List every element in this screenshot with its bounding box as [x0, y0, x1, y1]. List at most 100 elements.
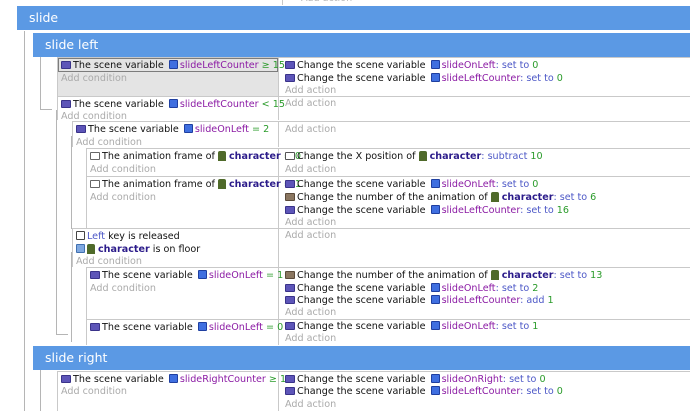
conditions-column[interactable]: The scene variable slideOnLeft = 1 Add c… [87, 268, 283, 319]
group-title: slide [29, 10, 59, 25]
conditions-column[interactable]: The scene variable slideRightCounter ≥ 1… [58, 372, 292, 411]
column-divider [282, 0, 283, 5]
variable-icon [197, 322, 207, 331]
scene-variable-icon [285, 206, 295, 214]
add-condition-link[interactable]: Add condition [90, 191, 156, 204]
event-row[interactable]: Left key is released character is on flo… [72, 228, 690, 267]
scene-variable-icon [285, 284, 295, 292]
condition[interactable]: The animation frame of character = 0 [90, 150, 301, 163]
scene-variable-icon [285, 375, 295, 383]
action[interactable]: Change the X position of character: subt… [285, 150, 543, 163]
add-action-link[interactable]: Add action [285, 97, 336, 110]
group-title: slide left [45, 37, 99, 52]
event-row[interactable]: The animation frame of character = 0 Add… [86, 148, 690, 176]
add-action-link[interactable]: Add action [285, 398, 336, 411]
conditions-column[interactable]: The scene variable slideLeftCounter ≥ 15… [58, 58, 285, 96]
scene-variable-icon [285, 180, 295, 188]
scene-variable-icon [61, 375, 71, 383]
conditions-column[interactable]: The animation frame of character = 0 Add… [87, 149, 301, 176]
scene-variable-icon [90, 271, 100, 279]
variable-icon [430, 295, 440, 304]
condition[interactable]: The scene variable slideLeftCounter ≥ 15 [61, 59, 285, 72]
group-title: slide right [45, 350, 108, 365]
conditions-column[interactable]: Left key is released character is on flo… [73, 229, 279, 267]
event-row[interactable]: The scene variable slideRightCounter ≥ 1… [57, 371, 690, 411]
position-icon [285, 152, 295, 160]
variable-icon [430, 283, 440, 292]
variable-icon [430, 73, 440, 82]
tree-line [71, 136, 72, 229]
add-action-link[interactable]: Add action [285, 306, 336, 319]
add-action-link[interactable]: Add action [301, 0, 352, 4]
variable-icon [168, 374, 178, 383]
event-row[interactable]: The animation frame of character = 1 Add… [86, 176, 690, 228]
animation-icon [285, 193, 295, 201]
action[interactable]: Change the scene variable slideOnLeft: s… [285, 59, 538, 72]
variable-icon [183, 124, 193, 133]
add-condition-link[interactable]: Add condition [90, 163, 156, 176]
scene-variable-icon [285, 296, 295, 304]
variable-icon [168, 99, 178, 108]
character-sprite-icon [217, 151, 226, 161]
scene-variable-icon [61, 100, 71, 108]
scene-variable-icon [285, 61, 295, 69]
animation-frame-icon [90, 152, 100, 160]
add-condition-link[interactable]: Add condition [61, 385, 127, 398]
conditions-column[interactable]: The animation frame of character = 1 Add… [87, 177, 301, 228]
previous-event-stub: Add action [17, 0, 690, 5]
animation-frame-icon [90, 180, 100, 188]
conditions-column[interactable]: The scene variable slideOnLeft = 2 Add c… [73, 122, 279, 148]
action[interactable]: Change the scene variable slideOnLeft: s… [285, 178, 538, 191]
character-sprite-icon [490, 270, 499, 280]
group-header-slide-right[interactable]: slide right [33, 346, 690, 370]
event-row[interactable]: The scene variable slideOnLeft = 0 Chang… [86, 319, 690, 345]
conditions-column[interactable]: The scene variable slideOnLeft = 0 [87, 320, 283, 345]
scene-variable-icon [285, 387, 295, 395]
tree-line [24, 31, 25, 411]
conditions-column[interactable]: The scene variable slideLeftCounter < 15… [58, 97, 285, 122]
scene-variable-icon [285, 322, 295, 330]
condition[interactable]: The animation frame of character = 1 [90, 178, 301, 191]
event-row[interactable]: The scene variable slideOnLeft = 1 Add c… [86, 267, 690, 319]
scene-variable-icon [76, 125, 86, 133]
action[interactable]: Change the scene variable slideLeftCount… [285, 385, 563, 398]
add-action-link[interactable]: Add action [285, 332, 336, 345]
tree-line [56, 334, 68, 335]
variable-icon [168, 60, 178, 69]
variable-icon [430, 205, 440, 214]
scene-variable-icon [90, 323, 100, 331]
action[interactable]: Change the number of the animation of ch… [285, 269, 602, 282]
group-header-slide[interactable]: slide [17, 6, 690, 30]
keyboard-key-icon [76, 231, 85, 240]
variable-icon [430, 60, 440, 69]
condition[interactable]: The scene variable slideOnLeft = 2 [76, 123, 269, 136]
event-row[interactable]: The scene variable slideLeftCounter < 15… [57, 96, 690, 122]
condition[interactable]: The scene variable slideOnLeft = 1 [90, 269, 283, 282]
character-sprite-icon [490, 192, 499, 202]
event-row[interactable]: The scene variable slideLeftCounter ≥ 15… [57, 57, 690, 96]
add-condition-link[interactable]: Add condition [90, 282, 156, 295]
event-row[interactable]: The scene variable slideOnLeft = 2 Add c… [72, 121, 690, 148]
add-action-link[interactable]: Add action [285, 123, 336, 136]
platformer-floor-icon [76, 244, 85, 253]
variable-icon [430, 179, 440, 188]
variable-icon [430, 386, 440, 395]
add-action-link[interactable]: Add action [285, 229, 336, 242]
animation-icon [285, 271, 295, 279]
group-header-slide-left[interactable]: slide left [33, 33, 690, 57]
tree-line [40, 109, 52, 110]
tree-line [40, 56, 41, 110]
variable-icon [430, 374, 440, 383]
scene-variable-icon [61, 61, 71, 69]
condition[interactable]: The scene variable slideOnLeft = 0 [90, 321, 283, 334]
variable-icon [430, 321, 440, 330]
condition[interactable]: Left key is released [76, 230, 180, 243]
character-sprite-icon [418, 151, 427, 161]
add-action-link[interactable]: Add action [285, 163, 336, 176]
scene-variable-icon [285, 74, 295, 82]
add-condition-link[interactable]: Add condition [61, 72, 127, 85]
tree-line [56, 110, 57, 335]
character-sprite-icon [217, 179, 226, 189]
character-sprite-icon [87, 244, 95, 254]
action[interactable]: Change the number of the animation of ch… [285, 191, 596, 204]
